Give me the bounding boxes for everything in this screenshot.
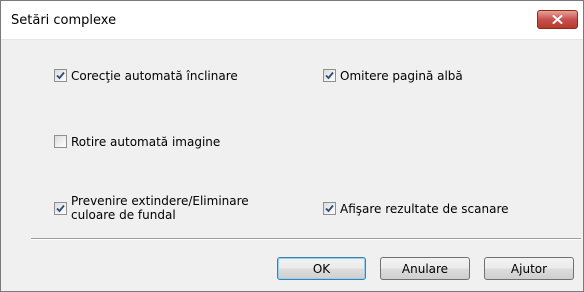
close-icon bbox=[552, 15, 563, 24]
checkbox-box[interactable] bbox=[54, 202, 67, 215]
bleed-through-label-line1: Prevenire extindere/Eliminare bbox=[71, 194, 249, 208]
checkbox-box[interactable] bbox=[323, 202, 336, 215]
skew-correction-checkbox[interactable]: Corecţie automată înclinare bbox=[54, 69, 238, 83]
checkmark-icon bbox=[56, 71, 65, 80]
show-scan-results-label: Afişare rezultate de scanare bbox=[340, 202, 509, 216]
dialog-title: Setări complexe bbox=[11, 13, 117, 28]
separator bbox=[31, 238, 581, 240]
advanced-settings-dialog: Setări complexe Corecţie automată înclin… bbox=[0, 0, 584, 292]
auto-rotate-label: Rotire automată imagine bbox=[71, 135, 221, 149]
skip-blank-page-label: Omitere pagină albă bbox=[340, 69, 463, 83]
close-button[interactable] bbox=[537, 10, 578, 29]
checkmark-icon bbox=[325, 71, 334, 80]
cancel-button[interactable]: Anulare bbox=[380, 257, 470, 280]
auto-rotate-checkbox[interactable]: Rotire automată imagine bbox=[54, 135, 220, 149]
ok-button[interactable]: OK bbox=[277, 257, 366, 280]
show-scan-results-checkbox[interactable]: Afişare rezultate de scanare bbox=[323, 202, 509, 216]
bleed-through-checkbox[interactable]: Prevenire extindere/Eliminare culoare de… bbox=[54, 194, 249, 222]
checkbox-box[interactable] bbox=[54, 135, 67, 148]
checkmark-icon bbox=[325, 204, 334, 213]
checkbox-box[interactable] bbox=[323, 69, 336, 82]
checkbox-box[interactable] bbox=[54, 69, 67, 82]
skew-correction-label: Corecţie automată înclinare bbox=[71, 69, 238, 83]
skip-blank-page-checkbox[interactable]: Omitere pagină albă bbox=[323, 69, 463, 83]
title-bar: Setări complexe bbox=[1, 1, 583, 40]
help-button[interactable]: Ajutor bbox=[484, 257, 574, 280]
bleed-through-label-line2: culoare de fundal bbox=[71, 208, 176, 222]
bleed-through-label: Prevenire extindere/Eliminare culoare de… bbox=[71, 194, 249, 222]
checkmark-icon bbox=[56, 204, 65, 213]
